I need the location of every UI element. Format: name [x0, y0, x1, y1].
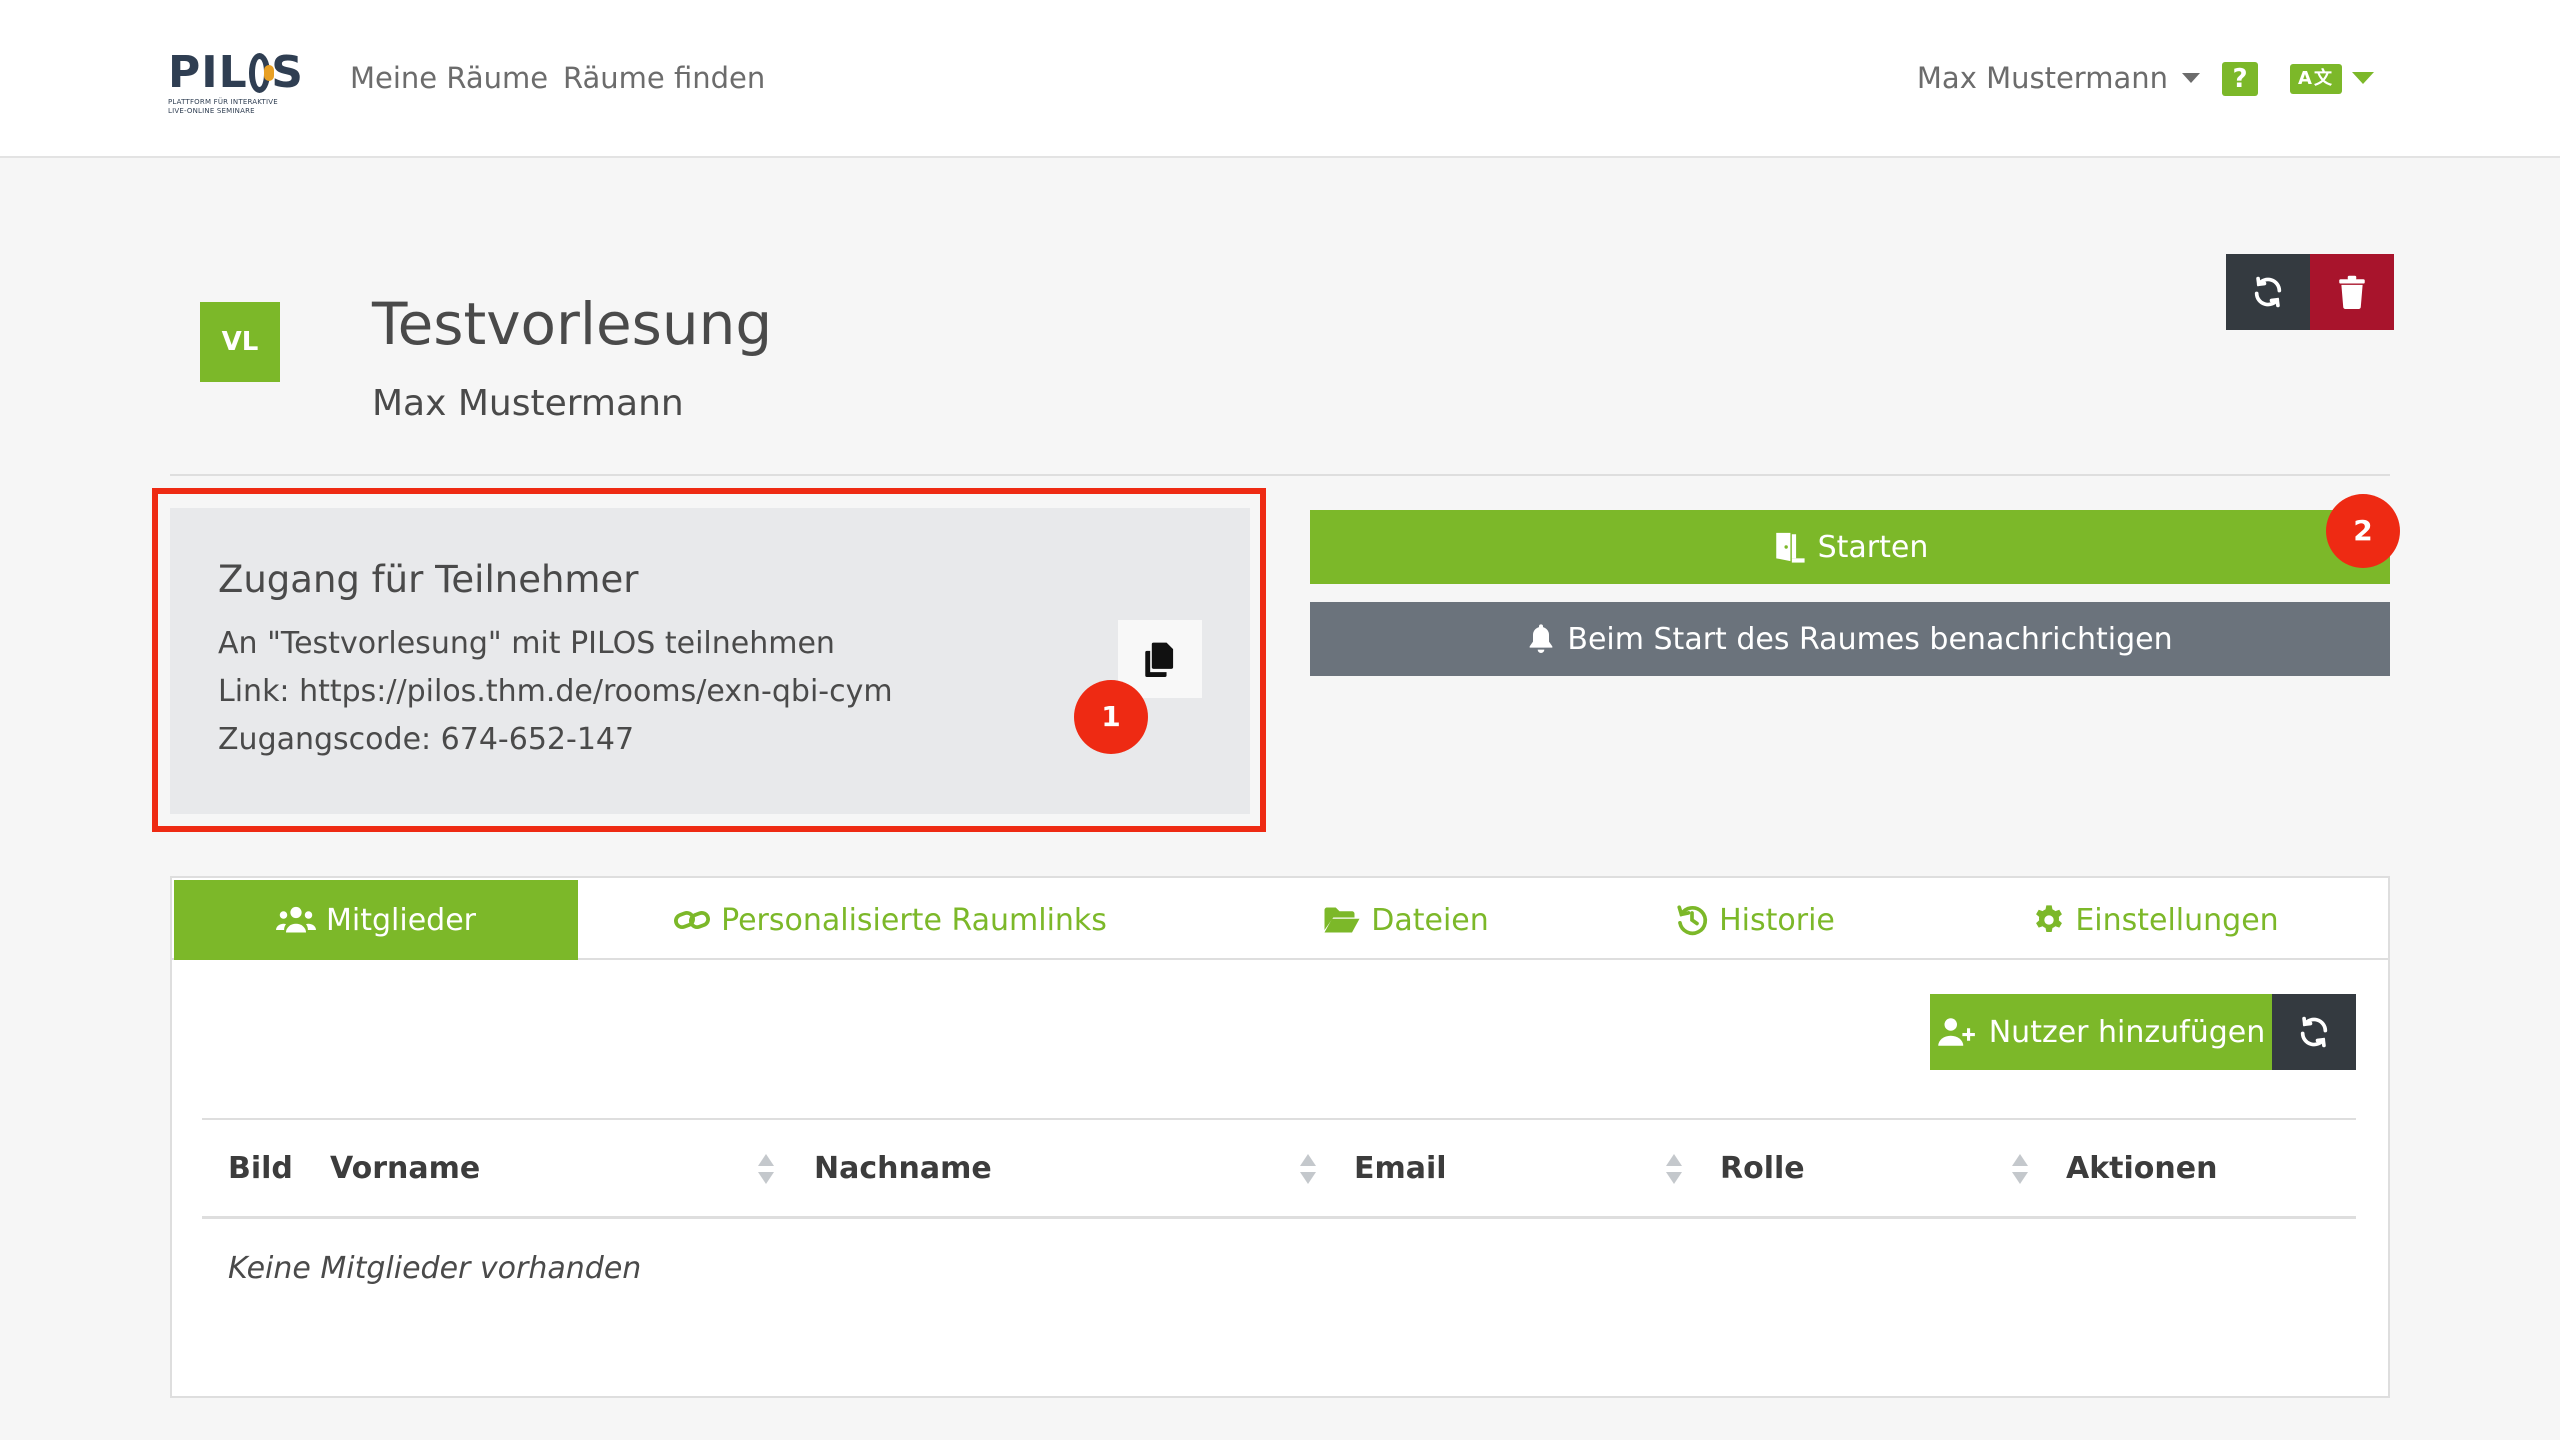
tab-settings-label: Einstellungen [2075, 902, 2279, 938]
tab-settings[interactable]: Einstellungen [1916, 880, 2396, 960]
logo-subtitle-1: PLATTFORM FÜR INTERAKTIVE [168, 98, 278, 106]
reload-icon [2300, 1016, 2328, 1048]
folder-icon [1324, 907, 1360, 933]
language-chevron-down-icon[interactable] [2352, 72, 2374, 84]
access-invite-text: An "Testvorlesung" mit PILOS teilnehmen [218, 626, 835, 661]
tab-personalized-links[interactable]: Personalisierte Raumlinks [580, 880, 1200, 960]
room-icon: VL [200, 302, 280, 382]
reload-members-button[interactable] [2272, 994, 2356, 1070]
nav-my-rooms[interactable]: Meine Räume [350, 56, 548, 100]
bell-icon [1530, 624, 1553, 653]
column-header-actions: Aktionen [2066, 1151, 2218, 1186]
access-title: Zugang für Teilnehmer [218, 558, 639, 601]
step-marker-2: 2 [2326, 494, 2400, 568]
user-plus-icon [1937, 1018, 1975, 1046]
gear-icon [2036, 905, 2063, 932]
column-header-firstname[interactable]: Vorname [330, 1146, 480, 1192]
room-title: Testvorlesung [372, 290, 773, 358]
pilos-logo[interactable]: PIL S PLATTFORM FÜR INTERAKTIVE LIVE-ONLI… [168, 48, 304, 118]
sort-icon[interactable] [756, 1152, 776, 1186]
tab-files[interactable]: Dateien [1210, 880, 1602, 960]
start-room-button[interactable]: Starten [1310, 510, 2390, 584]
access-code-text: Zugangscode: 674-652-147 [218, 722, 635, 757]
logo-wordmark: PIL S [168, 47, 304, 98]
column-header-email[interactable]: Email [1354, 1146, 1447, 1192]
logo-subtitle-2: LIVE-ONLINE SEMINARE [168, 107, 255, 115]
sort-icon[interactable] [1664, 1152, 1684, 1186]
logo-o-icon [248, 53, 274, 93]
language-icon[interactable]: A文 [2290, 64, 2342, 94]
column-header-role[interactable]: Rolle [1720, 1146, 1805, 1192]
table-header-border [202, 1216, 2356, 1219]
chevron-down-icon [2182, 73, 2200, 83]
empty-members-message: Keine Mitglieder vorhanden [228, 1251, 642, 1286]
nav-find-rooms[interactable]: Räume finden [563, 56, 765, 100]
sort-icon[interactable] [1298, 1152, 1318, 1186]
access-link-text: Link: https://pilos.thm.de/rooms/exn-qbi… [218, 674, 893, 709]
column-header-picture: Bild [228, 1151, 293, 1186]
link-icon [674, 911, 711, 929]
header-divider [170, 474, 2390, 476]
delete-room-button[interactable] [2310, 254, 2394, 330]
step-marker-1: 1 [1074, 680, 1148, 754]
tab-history-label: Historie [1719, 902, 1835, 938]
start-label: Starten [1817, 529, 1929, 565]
column-header-lastname[interactable]: Nachname [814, 1146, 992, 1192]
trash-icon [2339, 275, 2365, 309]
door-open-icon [1775, 532, 1805, 563]
tab-history[interactable]: Historie [1602, 880, 1908, 960]
tab-files-label: Dateien [1371, 902, 1489, 938]
add-user-button[interactable]: Nutzer hinzufügen [1930, 994, 2272, 1070]
users-icon [276, 906, 316, 933]
notify-on-start-button[interactable]: Beim Start des Raumes benachrichtigen [1310, 602, 2390, 676]
copy-icon [1145, 642, 1174, 677]
reload-icon [2254, 276, 2282, 308]
tab-personalized-links-label: Personalisierte Raumlinks [721, 902, 1107, 938]
history-icon [1677, 905, 1708, 936]
room-owner: Max Mustermann [372, 383, 684, 424]
user-name: Max Mustermann [1916, 61, 2168, 95]
help-button[interactable]: ? [2222, 62, 2258, 96]
reload-room-button[interactable] [2226, 254, 2310, 330]
table-top-border [202, 1118, 2356, 1120]
user-menu[interactable]: Max Mustermann [1917, 56, 2200, 100]
notify-label: Beim Start des Raumes benachrichtigen [1567, 621, 2173, 657]
add-user-label: Nutzer hinzufügen [1988, 1014, 2266, 1050]
sort-icon[interactable] [2010, 1152, 2030, 1186]
tab-members-label: Mitglieder [326, 902, 476, 938]
tab-members[interactable]: Mitglieder [174, 880, 578, 960]
